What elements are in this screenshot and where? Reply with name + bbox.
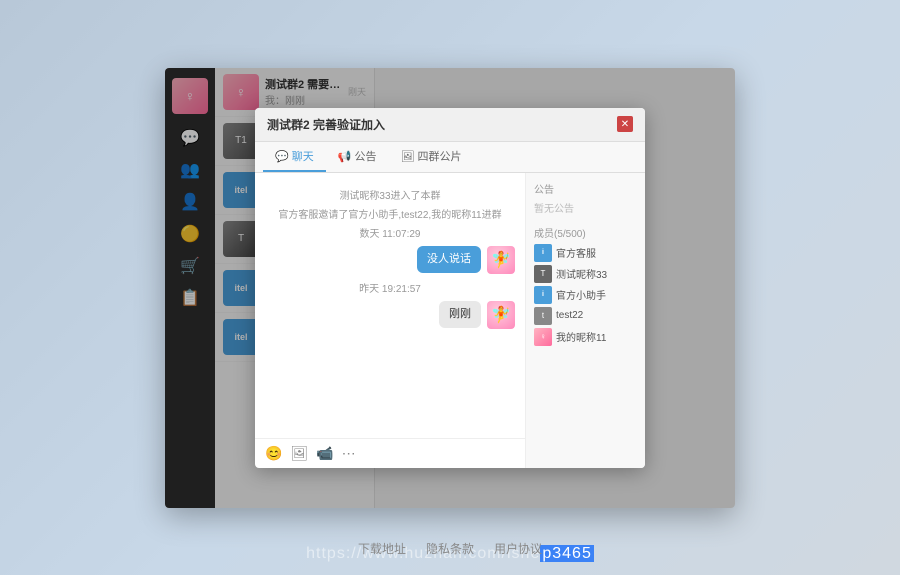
emoji-button[interactable]: 😊 — [265, 445, 282, 462]
message-right: 没人说话 🧚 — [265, 246, 515, 274]
system-message: 测试昵称33进入了本群 — [265, 187, 515, 202]
member-avatar: i — [534, 244, 552, 262]
tab-chat[interactable]: 💬 聊天 — [263, 142, 326, 172]
message-avatar: 🧚 — [487, 301, 515, 329]
system-time: 数天 11:07:29 — [265, 225, 515, 240]
dialog-titlebar: 测试群2 完善验证加入 ✕ — [255, 108, 645, 142]
member-item: i 官方小助手 — [534, 286, 637, 304]
chat-messages[interactable]: 测试昵称33进入了本群 官方客服邀请了官方小助手,test22,我的昵称11进群… — [255, 173, 525, 438]
app-window: ♀ 💬 👥 👤 🟡 🛒 📋 ♀ 测试群2 需要验证... 我：刚刚 刚天 — [165, 68, 735, 508]
video-button[interactable]: 📹 — [316, 445, 333, 462]
message-bubble: 刚刚 — [439, 301, 481, 328]
members-count: 成员(5/500) — [534, 225, 586, 240]
close-button[interactable]: ✕ — [617, 116, 633, 132]
member-item: t test22 — [534, 307, 637, 325]
tab-photos[interactable]: 🖼 四群公片 — [389, 142, 474, 172]
group-dialog: 测试群2 完善验证加入 ✕ 💬 聊天 📢 公告 🖼 四群公片 测试昵称33进入了… — [255, 108, 645, 468]
image-button[interactable]: 🖼 — [290, 445, 308, 462]
tab-announcement[interactable]: 📢 公告 — [326, 142, 389, 172]
chat-toolbar: 😊 🖼 📹 ⋯ — [255, 438, 525, 468]
chat-area: 测试昵称33进入了本群 官方客服邀请了官方小助手,test22,我的昵称11进群… — [255, 173, 525, 468]
dialog-body: 测试昵称33进入了本群 官方客服邀请了官方小助手,test22,我的昵称11进群… — [255, 173, 645, 468]
member-item: ♀ 我的昵称11 — [534, 328, 637, 346]
terms-link[interactable]: 用户协议 — [494, 540, 542, 557]
member-item: i 官方客服 — [534, 244, 637, 262]
dialog-overlay: 测试群2 完善验证加入 ✕ 💬 聊天 📢 公告 🖼 四群公片 测试昵称33进入了… — [165, 68, 735, 508]
page-background: ♀ 💬 👥 👤 🟡 🛒 📋 ♀ 测试群2 需要验证... 我：刚刚 刚天 — [0, 0, 900, 575]
member-avatar: T — [534, 265, 552, 283]
privacy-link[interactable]: 隐私条款 — [426, 540, 474, 557]
member-name: test22 — [556, 310, 583, 321]
download-link[interactable]: 下载地址 — [358, 540, 406, 557]
member-avatar: i — [534, 286, 552, 304]
system-message: 官方客服邀请了官方小助手,test22,我的昵称11进群 — [265, 206, 515, 221]
footer: 下载地址 隐私条款 用户协议 — [0, 540, 900, 557]
dialog-tabs: 💬 聊天 📢 公告 🖼 四群公片 — [255, 142, 645, 173]
member-name: 测试昵称33 — [556, 266, 607, 281]
member-avatar: ♀ — [534, 328, 552, 346]
member-item: T 测试昵称33 — [534, 265, 637, 283]
member-avatar: t — [534, 307, 552, 325]
dialog-title: 测试群2 完善验证加入 — [267, 116, 385, 133]
member-name: 官方小助手 — [556, 287, 606, 302]
message-bubble: 没人说话 — [417, 246, 481, 273]
member-name: 我的昵称11 — [556, 329, 606, 344]
message-avatar: 🧚 — [487, 246, 515, 274]
system-time: 昨天 19:21:57 — [265, 280, 515, 295]
message-right: 刚刚 🧚 — [265, 301, 515, 329]
more-button[interactable]: ⋯ — [342, 445, 356, 462]
right-panel: 公告 暂无公告 成员(5/500) i 官方客服 T — [525, 173, 645, 468]
member-name: 官方客服 — [556, 245, 596, 260]
announcement-label: 公告 — [534, 181, 637, 196]
members-title: 成员(5/500) — [534, 225, 637, 240]
announcement-content: 暂无公告 — [534, 200, 637, 215]
